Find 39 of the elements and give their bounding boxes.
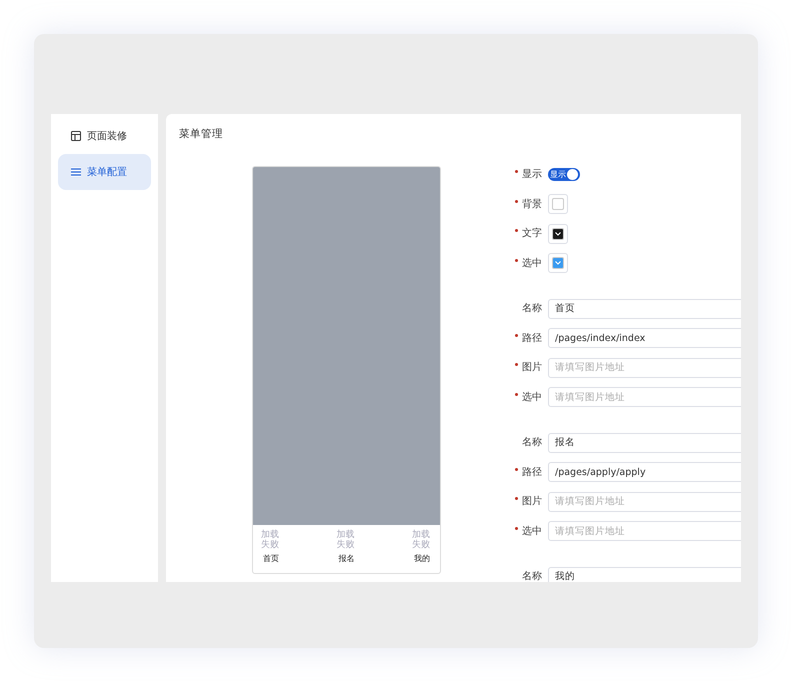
field-label: 名称: [522, 437, 542, 448]
color-picker[interactable]: [548, 224, 568, 244]
field-label: 显示: [522, 169, 542, 180]
chevron-icon: [555, 261, 561, 265]
layout-icon: [71, 131, 81, 141]
input-field[interactable]: 请填写图片地址: [548, 521, 741, 541]
field-label: 名称: [522, 303, 542, 314]
sidebar-item[interactable]: 页面装修: [58, 118, 151, 154]
color-picker[interactable]: [548, 253, 568, 273]
display-toggle[interactable]: 显示: [548, 168, 580, 181]
image-error-text: 加载失败: [261, 530, 280, 551]
input-field[interactable]: 首页: [548, 298, 741, 318]
field-label: 选中: [522, 526, 542, 536]
field-label: 文字: [522, 228, 542, 239]
sidebar-item[interactable]: 菜单配置: [58, 154, 151, 190]
field-label: 背景: [522, 198, 542, 210]
input-field[interactable]: /pages/apply/apply: [548, 462, 741, 482]
field-label: 图片: [522, 496, 542, 507]
field-label: 名称: [522, 571, 542, 582]
input-field[interactable]: 请填写图片地址: [548, 358, 741, 378]
field-label: 路径: [522, 332, 542, 344]
chevron-icon: [555, 232, 561, 236]
image-error-text: 加载失败: [412, 530, 431, 551]
menu-icon: [71, 167, 81, 177]
color-picker[interactable]: [548, 194, 568, 214]
field-label: 选中: [522, 258, 542, 268]
input-field[interactable]: 我的: [548, 566, 741, 582]
input-field[interactable]: 报名: [548, 432, 741, 452]
panel-title: 菜单管理: [178, 127, 224, 142]
tab-label[interactable]: 报名: [338, 552, 354, 565]
field-label: 选中: [522, 392, 542, 402]
input-field[interactable]: /pages/index/index: [548, 328, 741, 348]
input-field[interactable]: 请填写图片地址: [548, 492, 741, 512]
tab-label[interactable]: 我的: [414, 552, 430, 565]
input-field[interactable]: 请填写图片地址: [548, 387, 741, 407]
image-error-text: 加载失败: [336, 530, 356, 551]
field-label: 图片: [522, 362, 542, 373]
tab-label[interactable]: 首页: [263, 552, 279, 565]
field-label: 路径: [522, 466, 542, 478]
